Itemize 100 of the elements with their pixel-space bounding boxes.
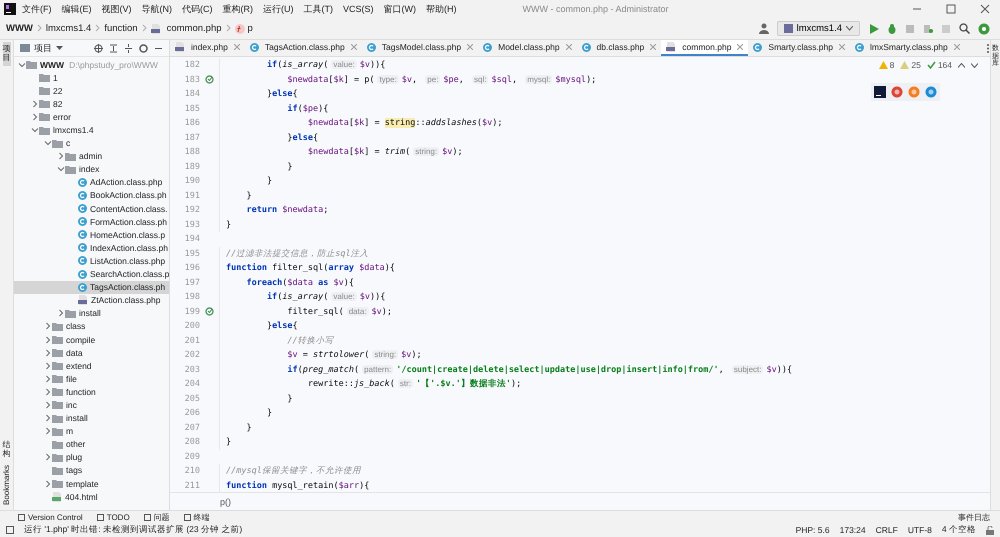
- tree-item[interactable]: 82: [14, 97, 169, 110]
- inspection-count[interactable]: 25: [900, 60, 921, 70]
- panel-title[interactable]: 项目: [20, 42, 63, 54]
- breadcrumb-item[interactable]: lmxcms1.4: [46, 23, 92, 34]
- tree-item[interactable]: ContentAction.class.: [14, 202, 169, 216]
- tree-item[interactable]: FormAction.class.ph: [14, 215, 169, 228]
- tree-item[interactable]: data: [14, 346, 169, 360]
- tool-window-tab[interactable]: 终端: [184, 512, 210, 522]
- menu-item[interactable]: 窗口(W): [380, 2, 420, 16]
- browser-icon[interactable]: [891, 86, 903, 98]
- tree-item[interactable]: compile: [14, 332, 169, 346]
- tree-item[interactable]: extend: [14, 359, 169, 372]
- tree-item[interactable]: WWW D:\phpstudy_pro\WWW: [14, 58, 169, 72]
- tree-item[interactable]: function: [14, 385, 169, 398]
- editor-breadcrumb[interactable]: p(): [220, 496, 231, 506]
- close-icon[interactable]: [737, 44, 744, 50]
- editor-tab[interactable]: TagsAction.class.php: [244, 40, 362, 56]
- tree-item[interactable]: c: [14, 136, 169, 150]
- tree-item[interactable]: 1: [14, 71, 169, 84]
- collapse-icon[interactable]: [109, 44, 118, 52]
- tree-item[interactable]: error: [14, 110, 169, 124]
- editor-tab[interactable]: Model.class.php: [478, 40, 577, 56]
- status-item[interactable]: UTF-8: [908, 525, 932, 535]
- menu-item[interactable]: 工具(T): [300, 2, 337, 16]
- tool-window-tab[interactable]: Bookmarks: [2, 462, 11, 508]
- editor-tab[interactable]: Smarty.class.php: [748, 40, 850, 56]
- run-config-dropdown[interactable]: lmxcms1.4: [776, 21, 860, 36]
- breadcrumb-item[interactable]: common.php: [150, 23, 222, 34]
- menu-item[interactable]: 帮助(H): [422, 2, 461, 16]
- tree-item[interactable]: other: [14, 438, 169, 451]
- tree-item[interactable]: ListAction.class.php: [14, 254, 169, 268]
- tree-item[interactable]: install: [14, 306, 169, 320]
- run-icon[interactable]: [870, 24, 879, 34]
- expand-icon[interactable]: [124, 44, 133, 52]
- status-item[interactable]: 4 个空格: [942, 524, 976, 536]
- menu-item[interactable]: VCS(S): [339, 4, 378, 14]
- tree-item[interactable]: SearchAction.class.p: [14, 268, 169, 281]
- tool-window-tab[interactable]: 事件日志: [958, 512, 990, 522]
- menu-item[interactable]: 代码(C): [178, 2, 216, 16]
- tool-window-tab[interactable]: Version Control: [18, 512, 83, 522]
- chevron-right-icon[interactable]: [44, 480, 52, 488]
- tree-item[interactable]: template: [14, 477, 169, 490]
- tree-item[interactable]: file: [14, 372, 169, 386]
- breadcrumb-item[interactable]: WWW: [6, 23, 33, 34]
- tree-item[interactable]: 22: [14, 84, 169, 98]
- chevron-down-icon[interactable]: [971, 62, 978, 68]
- tree-item[interactable]: lmxcms1.4: [14, 123, 169, 137]
- editor-tab[interactable]: common.php: [661, 40, 748, 56]
- tool-window-tab[interactable]: 问题: [144, 512, 170, 522]
- editor-tab[interactable]: lmxSmarty.class.php: [850, 40, 965, 56]
- class-icon: [78, 217, 87, 226]
- status-item[interactable]: CRLF: [876, 525, 898, 535]
- tree-item[interactable]: index: [14, 162, 169, 176]
- inspection-count[interactable]: 8: [878, 60, 894, 70]
- tree-item[interactable]: HomeAction.class.p: [14, 228, 169, 242]
- tree-item[interactable]: class: [14, 320, 169, 333]
- tree-item[interactable]: BookAction.class.ph: [14, 188, 169, 202]
- menu-item[interactable]: 重构(R): [218, 2, 257, 16]
- editor-tab[interactable]: index.php: [170, 40, 245, 56]
- tree-item[interactable]: TagsAction.class.ph: [14, 280, 169, 294]
- tree-item[interactable]: AdAction.class.php: [14, 176, 169, 189]
- tool-window-tab[interactable]: TODO: [96, 512, 130, 522]
- tree-item[interactable]: ZtAction.class.php: [14, 294, 169, 307]
- close-icon[interactable]: [980, 4, 990, 14]
- menu-item[interactable]: 编辑(E): [58, 2, 96, 16]
- editor-tab[interactable]: db.class.php: [576, 40, 662, 56]
- tree-item[interactable]: admin: [14, 150, 169, 163]
- chevron-right-icon[interactable]: [57, 152, 65, 160]
- browser-icon[interactable]: [925, 86, 937, 98]
- chevron-up-icon[interactable]: [958, 62, 965, 68]
- status-item[interactable]: 173:24: [840, 525, 866, 535]
- inspection-count[interactable]: 164: [926, 60, 952, 70]
- bug-icon[interactable]: [887, 24, 897, 34]
- tree-item[interactable]: IndexAction.class.ph: [14, 241, 169, 254]
- tree-item[interactable]: 404.html: [14, 490, 169, 504]
- status-item[interactable]: PHP: 5.6: [796, 525, 830, 535]
- chevron-down-icon[interactable]: [57, 165, 65, 174]
- chevron-right-icon[interactable]: [44, 453, 52, 462]
- user-icon[interactable]: [758, 23, 771, 34]
- tree-item[interactable]: inc: [14, 398, 169, 412]
- tool-window-tab[interactable]: 结构: [2, 438, 11, 462]
- class-icon: [78, 282, 87, 292]
- tree-item[interactable]: m: [14, 424, 169, 438]
- menu-item[interactable]: 运行(U): [259, 2, 298, 16]
- tree-item[interactable]: tags: [14, 464, 169, 477]
- maximize-icon[interactable]: [946, 4, 956, 14]
- chevron-down-icon[interactable]: [18, 60, 26, 69]
- lock-icon[interactable]: [986, 526, 994, 534]
- breadcrumb-item[interactable]: function: [104, 23, 138, 34]
- tool-window-tab[interactable]: 项目: [2, 42, 10, 66]
- target-icon[interactable]: [94, 44, 103, 52]
- breadcrumb-item[interactable]: p: [234, 23, 253, 34]
- app-logo-icon[interactable]: [874, 86, 886, 98]
- tree-item[interactable]: install: [14, 412, 169, 425]
- menu-item[interactable]: 导航(N): [138, 2, 176, 16]
- editor-tab[interactable]: TagsModel.class.php: [362, 40, 478, 56]
- tree-item[interactable]: plug: [14, 450, 169, 464]
- menu-item[interactable]: 视图(V): [98, 2, 136, 16]
- menu-item[interactable]: 文件(F): [18, 2, 56, 16]
- search-icon[interactable]: [959, 23, 970, 34]
